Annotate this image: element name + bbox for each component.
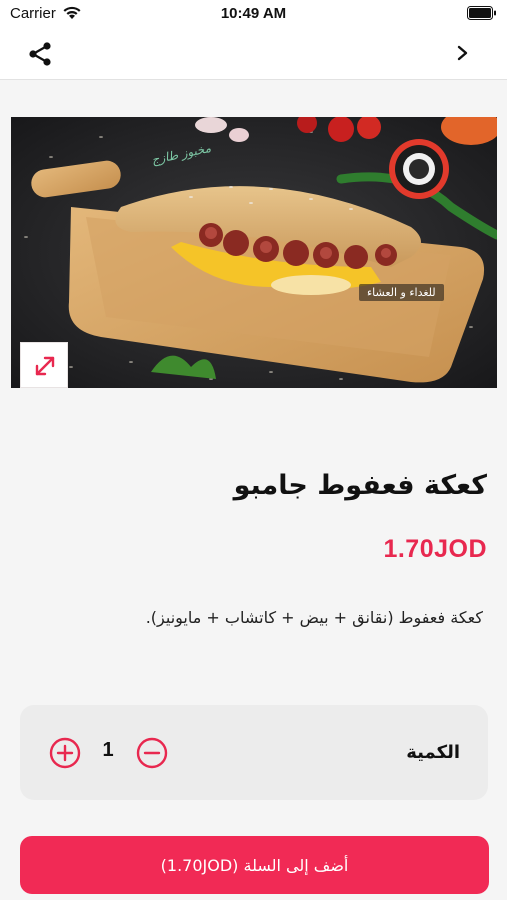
- status-bar: Carrier 10:49 AM: [0, 0, 507, 28]
- expand-image-button[interactable]: [20, 342, 68, 388]
- product-title: كعكة فعفوط جامبو: [233, 470, 487, 501]
- quantity-label: الكمية: [406, 742, 460, 763]
- expand-diagonal-icon: [35, 356, 55, 376]
- product-image[interactable]: مخبوز طازج للغداء و العشاء: [11, 117, 497, 388]
- quantity-value: 1: [102, 739, 114, 761]
- nav-bar: [0, 28, 507, 80]
- quantity-stepper: 1 الكمية: [20, 705, 488, 800]
- add-to-cart-label: أضف إلى السلة (1.70JOD): [160, 855, 349, 875]
- sandwich-illustration: [11, 117, 497, 388]
- battery-icon: [467, 6, 496, 20]
- hero-tag: للغداء و العشاء: [359, 284, 444, 301]
- product-price: 1.70JOD: [383, 535, 487, 563]
- chevron-right-icon[interactable]: [453, 42, 473, 64]
- product-description: كعكة فعفوط (نقانق + بيض + كاتشاب + مايون…: [145, 608, 483, 627]
- minus-circle-icon[interactable]: [136, 737, 168, 769]
- share-icon[interactable]: [26, 40, 54, 68]
- plus-circle-icon[interactable]: [49, 737, 81, 769]
- add-to-cart-button[interactable]: أضف إلى السلة (1.70JOD): [20, 836, 489, 894]
- clock-time: 10:49 AM: [220, 5, 287, 22]
